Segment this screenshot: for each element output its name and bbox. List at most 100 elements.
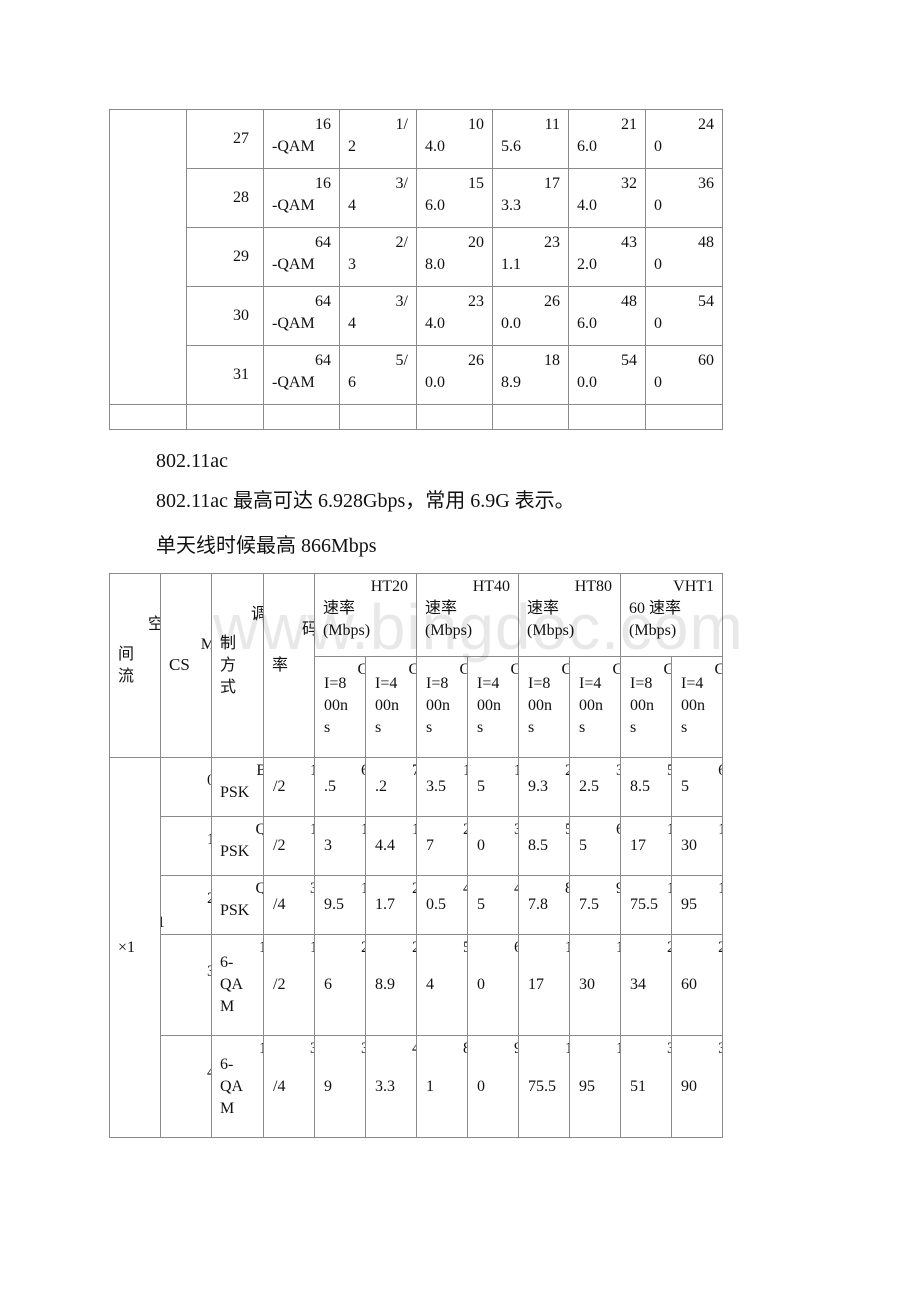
rate-value-cell: 14.4 [364, 816, 418, 876]
rate-value-cell: 60 [467, 934, 520, 1036]
rate-value: 9.3 [528, 778, 549, 795]
mcs-index: 27 [233, 130, 249, 147]
rate-value-cell: 54 [416, 934, 469, 1036]
cell-line-1: 43 [621, 234, 637, 251]
cell-line-1: 64 [315, 352, 331, 369]
table-row: 21QPSK3/419.521.740.54587.897.5175.5195 [110, 875, 724, 935]
vht-rate-table: 空间流MCS调制方式码率HT20速率(Mbps)HT40速率(Mbps)HT80… [109, 573, 724, 1138]
clipped-char: G [561, 659, 568, 681]
cell-line-1: 16 [315, 116, 331, 133]
coding-rate: /4 [273, 896, 286, 913]
mcs-index-cell: 3 [160, 934, 212, 1036]
rate-value-cell: 351 [620, 1035, 673, 1138]
rate-value: 0.5 [426, 896, 447, 913]
modulation-label: 6- QA M [220, 954, 244, 1015]
bandwidth-label: HT80 [574, 578, 613, 595]
cell-line-1: 23 [468, 293, 484, 310]
rate-value-cell: 39 [314, 1035, 366, 1138]
header-gi-400ns: G I=400ns [671, 656, 724, 758]
coding-rate-cell: 1/2 [263, 816, 315, 876]
empty-cell [186, 404, 264, 430]
table-row: ×10BPSK1/26.57.213.51529.332.558.565 [109, 757, 724, 1138]
coding-rate-cell: 3/4 [339, 168, 417, 228]
cell-line-2: 6.0 [577, 138, 597, 155]
rate-value-cell: 48 0 [645, 227, 723, 287]
cell-line-2: 0 [654, 315, 662, 332]
modulation-label: PSK [220, 902, 250, 919]
rate-value: 7 [426, 837, 435, 854]
empty-cell [568, 404, 646, 430]
clipped-char: 空 [148, 614, 160, 636]
cell-line-1: 3/ [395, 293, 408, 310]
rate-value-cell: 1 30 [671, 816, 724, 876]
cell-line-1: 20 [468, 234, 484, 251]
cell-line-2: 6 [348, 374, 356, 391]
header-gi-400ns: G I=400ns [467, 656, 520, 758]
table-row: 29 64 -QAM 2/3 20 8.0 23 1.1 43 2.0 48 0 [110, 227, 723, 287]
rate-value: 9 [324, 1077, 332, 1095]
header-gi-800ns: G I=800ns [416, 656, 469, 758]
cell-line-2: 0.0 [425, 374, 445, 391]
header-label: 间流 [118, 645, 135, 685]
rate-value: 3.5 [426, 778, 447, 795]
cell-line-2: 6.0 [425, 197, 445, 214]
clipped-char: B [256, 760, 262, 782]
bandwidth-label: VHT1 [673, 578, 715, 595]
cell-line-1: 21 [621, 116, 637, 133]
rate-value-cell: 65 [569, 816, 622, 876]
cell-line-1: 1/ [395, 116, 408, 133]
rate-value: 0 [477, 976, 486, 993]
cell-line-2: 0 [654, 138, 662, 155]
bandwidth-label: HT20 [370, 578, 409, 595]
cell-line-1: 17 [544, 175, 560, 192]
gi-label: I=8 00n s [324, 675, 348, 736]
cell-line-2: 4.0 [425, 138, 445, 155]
cell-line-1: 48 [621, 293, 637, 310]
rate-value-cell: 32 4.0 [568, 168, 646, 228]
rate-value-cell: 48 6.0 [568, 286, 646, 346]
gi-label: I=8 00n s [630, 675, 655, 736]
modulation-label: PSK [220, 843, 250, 860]
rate-value-cell: 195 [569, 1035, 622, 1138]
cell-line-1: 26 [468, 352, 484, 369]
rate-value-cell: 11 5.6 [492, 109, 569, 169]
rate-value-cell: 21.7 [364, 875, 418, 935]
rate-value-cell: 175.5 [620, 875, 673, 935]
rate-value-cell: 30 [467, 816, 520, 876]
cell-line-2: -QAM [272, 315, 315, 332]
coding-rate: /2 [273, 976, 286, 993]
cell-line-2: 0 [654, 256, 662, 273]
cell-line-1: 64 [315, 293, 331, 310]
clipped-char: G [459, 659, 466, 681]
mcs-index-cell: 31 [186, 345, 264, 405]
rate-value-cell: 15 6.0 [416, 168, 493, 228]
cell-line-2: 0.0 [501, 315, 521, 332]
rate-value-cell: 17 3.3 [492, 168, 569, 228]
coding-rate-cell: 3/4 [339, 286, 417, 346]
header-gi-400ns: G I=400ns [364, 656, 418, 758]
cell-line-2: 4 [348, 315, 356, 332]
rate-value: 51 [630, 1077, 647, 1095]
rate-value: 8.9 [375, 976, 395, 993]
empty-cell [645, 404, 723, 430]
rate-value-cell: 15 [467, 757, 520, 817]
mcs-index: 31 [233, 366, 249, 383]
rate-value-cell: 2 60 [671, 934, 724, 1036]
rate-value: 6 [324, 976, 332, 993]
rate-value-cell: 43 2.0 [568, 227, 646, 287]
rate-value: 7.8 [528, 896, 549, 913]
rate-value: 1 [426, 1077, 435, 1095]
rate-value-cell: 117 [518, 934, 571, 1036]
rate-value-cell: 90 [467, 1035, 520, 1138]
rate-value: 90 [681, 1077, 698, 1095]
cell-line-1: 5/ [395, 352, 408, 369]
coding-rate-cell: 3/4 [263, 1035, 315, 1138]
table-row: 30 64 -QAM 3/4 23 4.0 26 0.0 48 6.0 54 0 [110, 286, 723, 346]
rate-value: 0 [477, 837, 486, 854]
cell-line-2: 3 [348, 256, 356, 273]
rate-value: 5 [681, 778, 690, 795]
cell-line-1: 18 [544, 352, 560, 369]
rate-value-cell: 13 [314, 816, 366, 876]
coding-rate-cell: 1/2 [339, 109, 417, 169]
rate-value-cell: 40.5 [416, 875, 469, 935]
